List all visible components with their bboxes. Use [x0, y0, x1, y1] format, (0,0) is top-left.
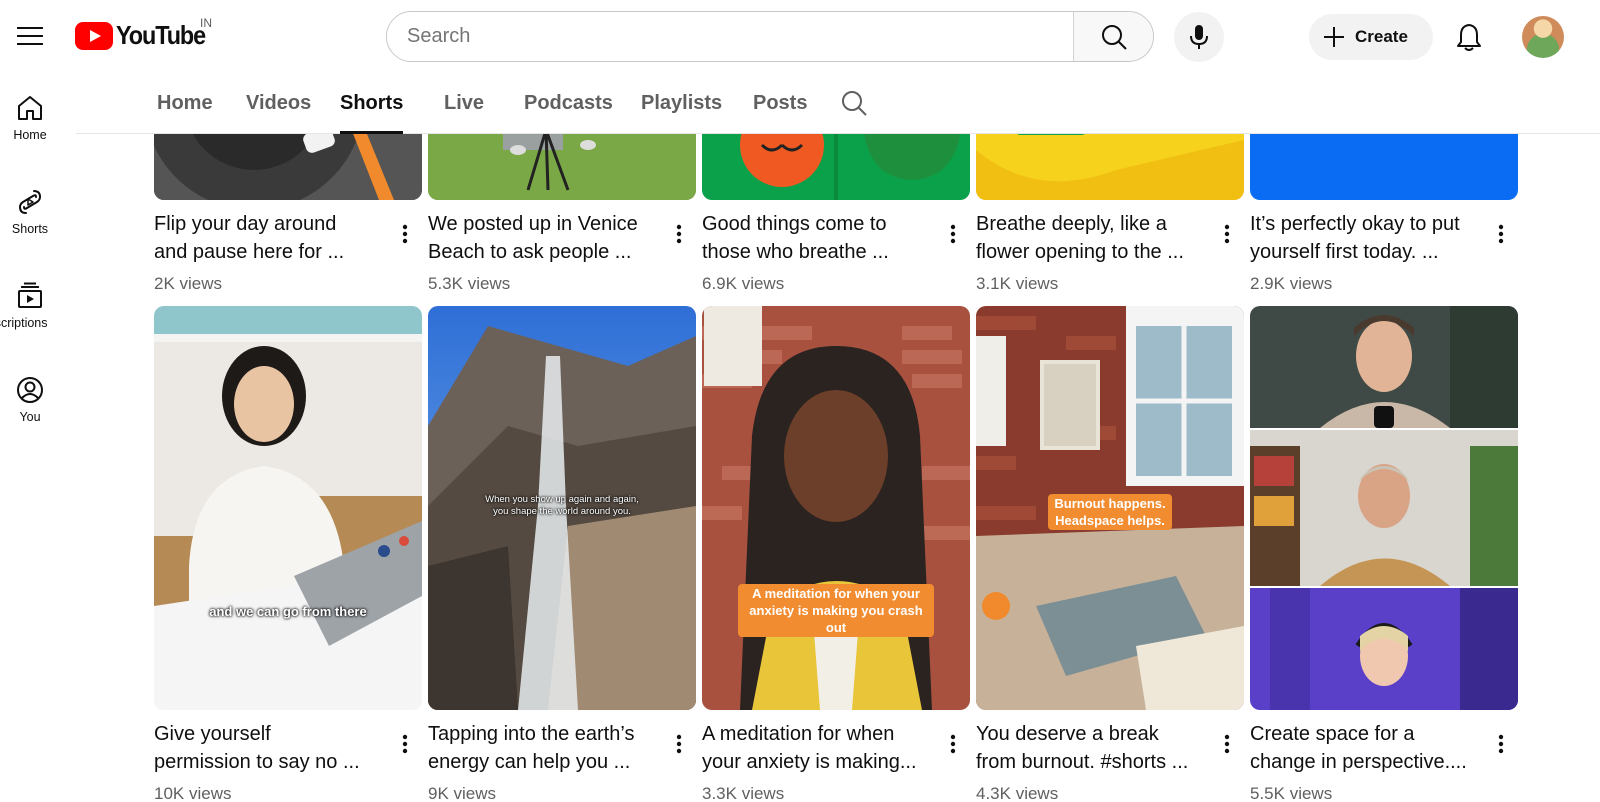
youtube-logo[interactable]: YouTube: [75, 20, 215, 51]
bell-icon: [1457, 24, 1481, 51]
more-options-icon[interactable]: [1212, 727, 1242, 761]
video-caption: Burnout happens. Headspace helps.: [1048, 494, 1172, 530]
short-views: 6.9K views: [702, 274, 785, 293]
short-title[interactable]: Breathe deeply, like a flower opening to…: [976, 210, 1208, 266]
short-views: 4.3K views: [976, 784, 1059, 802]
channel-search-icon[interactable]: [839, 88, 869, 118]
caption-line: you shape the world around you.: [493, 506, 631, 517]
search-icon: [1101, 24, 1127, 50]
tab-posts[interactable]: Posts: [753, 72, 807, 134]
short-thumbnail[interactable]: When you show up again and again, you sh…: [428, 306, 696, 710]
short-title[interactable]: We posted up in Venice Beach to ask peop…: [428, 210, 660, 266]
short-thumbnail[interactable]: A meditation for when your anxiety is ma…: [702, 306, 970, 710]
short-thumbnail[interactable]: [1250, 306, 1518, 710]
channel-tabs: Home Videos Shorts Live Podcasts Playlis…: [76, 72, 1600, 134]
caption-line: Headspace helps.: [1055, 513, 1165, 528]
short-title[interactable]: It’s perfectly okay to put yourself firs…: [1250, 210, 1482, 266]
more-options-icon[interactable]: [664, 217, 694, 251]
youtube-play-icon: [75, 21, 113, 50]
more-options-icon[interactable]: [1212, 217, 1242, 251]
more-options-icon[interactable]: [938, 217, 968, 251]
short-title[interactable]: A meditation for when your anxiety is ma…: [702, 720, 934, 776]
notifications-button[interactable]: [1446, 14, 1492, 60]
masthead: YouTube IN Create: [0, 0, 1600, 72]
short-views: 5.3K views: [428, 274, 511, 293]
you-icon: [17, 377, 43, 403]
tab-videos[interactable]: Videos: [246, 72, 311, 134]
home-icon: [18, 96, 42, 120]
caption-line: anxiety is making you crash out: [749, 603, 923, 635]
caption-line: When you show up again and again,: [485, 494, 639, 505]
search-button[interactable]: [1073, 12, 1153, 61]
short-views: 2K views: [154, 274, 223, 293]
video-caption: and we can go from there: [209, 604, 367, 619]
guide-label: Shorts: [11, 222, 49, 236]
more-options-icon[interactable]: [390, 217, 420, 251]
short-views: 3.3K views: [702, 784, 785, 802]
short-title[interactable]: Create space for a change in perspective…: [1250, 720, 1482, 776]
guide-label: Home: [13, 128, 47, 142]
guide-label: Subscriptions: [0, 316, 48, 330]
short-title[interactable]: Tapping into the earth’s energy can help…: [428, 720, 660, 776]
short-thumbnail[interactable]: Burnout happens. Headspace helps.: [976, 306, 1244, 710]
caption-line: Burnout happens.: [1054, 496, 1166, 511]
logo-text: YouTube: [116, 20, 206, 50]
shorts-icon: [18, 190, 42, 214]
caption-line: A meditation for when your: [752, 586, 920, 601]
create-button[interactable]: Create: [1309, 14, 1433, 60]
plus-icon: [1324, 27, 1344, 47]
avatar[interactable]: [1522, 16, 1564, 58]
guide-item-subscriptions[interactable]: Subscriptions: [0, 260, 60, 346]
country-code: IN: [200, 16, 212, 30]
short-title[interactable]: Give yourself permission to say no ...: [154, 720, 386, 776]
create-label: Create: [1355, 27, 1408, 46]
search-bar: [386, 11, 1154, 62]
short-views: 9K views: [428, 784, 497, 802]
guide-item-shorts[interactable]: Shorts: [0, 166, 60, 252]
short-thumbnail[interactable]: and we can go from there: [154, 306, 422, 710]
voice-search-button[interactable]: [1174, 12, 1224, 62]
short-title[interactable]: Flip your day around and pause here for …: [154, 210, 386, 266]
video-caption: When you show up again and again, you sh…: [428, 494, 696, 518]
search-input[interactable]: [387, 12, 1073, 61]
subscriptions-icon: [18, 282, 42, 308]
guide-item-you[interactable]: You: [0, 354, 60, 440]
menu-icon[interactable]: [10, 16, 50, 56]
short-views: 3.1K views: [976, 274, 1059, 293]
short-views: 2.9K views: [1250, 274, 1333, 293]
tab-shorts[interactable]: Shorts: [340, 72, 404, 134]
short-title[interactable]: Good things come to those who breathe ..…: [702, 210, 934, 266]
tab-podcasts[interactable]: Podcasts: [524, 72, 613, 134]
tab-home[interactable]: Home: [157, 72, 213, 134]
tab-playlists[interactable]: Playlists: [641, 72, 722, 134]
short-views: 5.5K views: [1250, 784, 1333, 802]
guide-label: You: [19, 410, 41, 424]
video-caption: A meditation for when your anxiety is ma…: [738, 584, 934, 637]
microphone-icon: [1190, 25, 1208, 49]
short-views: 10K views: [154, 784, 232, 802]
more-options-icon[interactable]: [938, 727, 968, 761]
more-options-icon[interactable]: [664, 727, 694, 761]
more-options-icon[interactable]: [390, 727, 420, 761]
more-options-icon[interactable]: [1486, 727, 1516, 761]
tab-live[interactable]: Live: [444, 72, 484, 134]
short-title[interactable]: You deserve a break from burnout. #short…: [976, 720, 1208, 776]
guide-item-home[interactable]: Home: [0, 72, 60, 158]
more-options-icon[interactable]: [1486, 217, 1516, 251]
